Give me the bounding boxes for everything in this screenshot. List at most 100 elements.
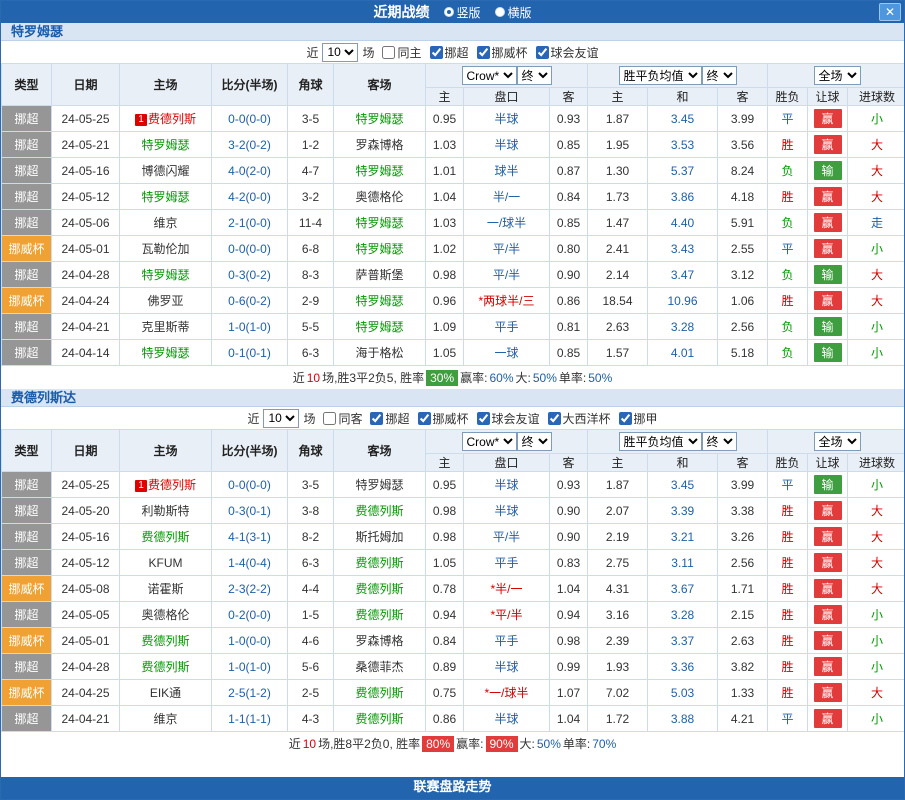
home-team[interactable]: 特罗姆瑟 bbox=[120, 184, 212, 210]
filter-league-checkbox[interactable]: 球会友谊 bbox=[532, 44, 599, 61]
filter-near-label: 近 bbox=[306, 44, 318, 61]
home-team[interactable]: 特罗姆瑟 bbox=[120, 340, 212, 366]
home-team[interactable]: 1费德列斯 bbox=[120, 106, 212, 132]
home-team[interactable]: 瓦勒伦加 bbox=[120, 236, 212, 262]
recent-count-select[interactable]: 10 bbox=[263, 409, 299, 428]
away-team[interactable]: 萨普斯堡 bbox=[334, 262, 426, 288]
col-score: 比分(半场) bbox=[212, 430, 288, 472]
filter-league-checkbox-label: 挪甲 bbox=[634, 410, 658, 427]
home-team[interactable]: 奥德格伦 bbox=[120, 602, 212, 628]
scope-select[interactable]: 全场 bbox=[814, 432, 861, 451]
home-team[interactable]: 博德闪耀 bbox=[120, 158, 212, 184]
recent-count-select[interactable]: 10 bbox=[322, 43, 358, 62]
odds-time-select[interactable]: 终 bbox=[517, 432, 552, 451]
odds-time-select[interactable]: 终 bbox=[517, 66, 552, 85]
away-team[interactable]: 特罗姆瑟 bbox=[334, 314, 426, 340]
away-team[interactable]: 奥德格伦 bbox=[334, 184, 426, 210]
away-team[interactable]: 特罗姆瑟 bbox=[334, 106, 426, 132]
euro-home-odds: 1.87 bbox=[588, 472, 648, 498]
euro-odds-select[interactable]: 胜平负均值 bbox=[619, 66, 702, 85]
home-team[interactable]: 利勒斯特 bbox=[120, 498, 212, 524]
filter-league-checkbox-input[interactable] bbox=[619, 412, 632, 425]
filter-same-venue-checkbox[interactable]: 同主 bbox=[378, 44, 421, 61]
filter-league-checkbox-input[interactable] bbox=[536, 46, 549, 59]
filter-games-label: 场 bbox=[303, 410, 315, 427]
away-team[interactable]: 特罗姆瑟 bbox=[334, 158, 426, 184]
home-team[interactable]: 1费德列斯 bbox=[120, 472, 212, 498]
filter-league-checkbox-input[interactable] bbox=[418, 412, 431, 425]
away-team[interactable]: 费德列斯 bbox=[334, 706, 426, 732]
corners: 4-6 bbox=[288, 628, 334, 654]
home-team[interactable]: 维京 bbox=[120, 706, 212, 732]
away-team[interactable]: 费德列斯 bbox=[334, 576, 426, 602]
euro-away-odds: 3.12 bbox=[718, 262, 768, 288]
match-score: 0-3(0-1) bbox=[212, 498, 288, 524]
home-team[interactable]: 克里斯蒂 bbox=[120, 314, 212, 340]
win-draw-loss: 胜 bbox=[768, 184, 808, 210]
filter-league-checkbox-input[interactable] bbox=[477, 46, 490, 59]
home-team[interactable]: KFUM bbox=[120, 550, 212, 576]
handicap-result-badge: 赢 bbox=[814, 553, 842, 572]
filter-league-checkbox-input[interactable] bbox=[370, 412, 383, 425]
home-team[interactable]: 特罗姆瑟 bbox=[120, 132, 212, 158]
handicap-result-badge: 输 bbox=[814, 343, 842, 362]
home-team[interactable]: 维京 bbox=[120, 210, 212, 236]
away-team[interactable]: 桑德菲杰 bbox=[334, 654, 426, 680]
home-team[interactable]: EIK通 bbox=[120, 680, 212, 706]
home-team[interactable]: 费德列斯 bbox=[120, 654, 212, 680]
goals-over-under: 大 bbox=[848, 184, 905, 210]
filter-same-venue-checkbox-input[interactable] bbox=[382, 46, 395, 59]
away-team[interactable]: 斯托姆加 bbox=[334, 524, 426, 550]
layout-vertical-radio[interactable]: 竖版 bbox=[443, 4, 480, 21]
layout-horizontal-radio[interactable]: 横版 bbox=[495, 4, 532, 21]
away-team[interactable]: 海于格松 bbox=[334, 340, 426, 366]
euro-time-select[interactable]: 终 bbox=[702, 66, 737, 85]
close-icon[interactable]: ✕ bbox=[879, 3, 901, 21]
home-team[interactable]: 佛罗亚 bbox=[120, 288, 212, 314]
match-date: 24-04-14 bbox=[52, 340, 120, 366]
scope-select[interactable]: 全场 bbox=[814, 66, 861, 85]
home-team[interactable]: 特罗姆瑟 bbox=[120, 262, 212, 288]
win-draw-loss: 负 bbox=[768, 262, 808, 288]
home-team[interactable]: 费德列斯 bbox=[120, 628, 212, 654]
col-home: 主场 bbox=[120, 430, 212, 472]
away-team[interactable]: 特罗姆瑟 bbox=[334, 472, 426, 498]
home-team[interactable]: 费德列斯 bbox=[120, 524, 212, 550]
euro-odds-select[interactable]: 胜平负均值 bbox=[619, 432, 702, 451]
col-euro-away: 客 bbox=[718, 454, 768, 472]
away-team[interactable]: 罗森博格 bbox=[334, 132, 426, 158]
odds-company-select[interactable]: Crow* bbox=[462, 432, 517, 451]
away-team[interactable]: 特罗姆瑟 bbox=[334, 210, 426, 236]
filter-league-checkbox-input[interactable] bbox=[477, 412, 490, 425]
away-team[interactable]: 费德列斯 bbox=[334, 498, 426, 524]
asian-handicap-line: 一球 bbox=[464, 340, 550, 366]
table-row: 挪超24-05-251费德列斯0-0(0-0)3-5特罗姆瑟0.95半球0.93… bbox=[2, 106, 905, 132]
euro-draw-odds: 10.96 bbox=[648, 288, 718, 314]
filter-league-checkbox[interactable]: 挪威杯 bbox=[414, 410, 469, 427]
filter-league-checkbox[interactable]: 挪威杯 bbox=[473, 44, 528, 61]
away-team[interactable]: 特罗姆瑟 bbox=[334, 288, 426, 314]
league-type: 挪超 bbox=[2, 106, 52, 132]
filter-league-checkbox[interactable]: 挪甲 bbox=[615, 410, 658, 427]
asian-home-odds: 0.75 bbox=[426, 680, 464, 706]
euro-home-odds: 7.02 bbox=[588, 680, 648, 706]
away-team-name: 特罗姆瑟 bbox=[355, 242, 403, 256]
away-team[interactable]: 费德列斯 bbox=[334, 602, 426, 628]
euro-time-select[interactable]: 终 bbox=[702, 432, 737, 451]
filter-same-venue-checkbox[interactable]: 同客 bbox=[319, 410, 362, 427]
filter-league-checkbox[interactable]: 挪超 bbox=[426, 44, 469, 61]
odds-company-select[interactable]: Crow* bbox=[462, 66, 517, 85]
filter-same-venue-checkbox-input[interactable] bbox=[323, 412, 336, 425]
win-draw-loss: 胜 bbox=[768, 602, 808, 628]
filter-league-checkbox[interactable]: 大西洋杯 bbox=[544, 410, 611, 427]
away-team[interactable]: 费德列斯 bbox=[334, 550, 426, 576]
filter-league-checkbox[interactable]: 挪超 bbox=[366, 410, 409, 427]
match-date: 24-05-25 bbox=[52, 472, 120, 498]
filter-league-checkbox[interactable]: 球会友谊 bbox=[473, 410, 540, 427]
filter-league-checkbox-input[interactable] bbox=[548, 412, 561, 425]
away-team[interactable]: 特罗姆瑟 bbox=[334, 236, 426, 262]
away-team[interactable]: 费德列斯 bbox=[334, 680, 426, 706]
away-team[interactable]: 罗森博格 bbox=[334, 628, 426, 654]
filter-league-checkbox-input[interactable] bbox=[430, 46, 443, 59]
home-team[interactable]: 诺霍斯 bbox=[120, 576, 212, 602]
